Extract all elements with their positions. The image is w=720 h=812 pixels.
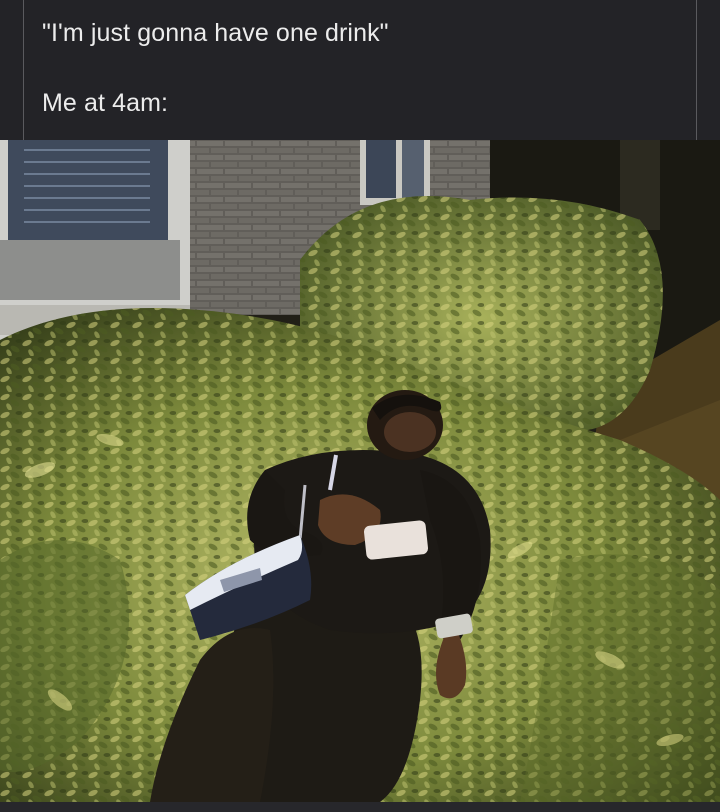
caption-area: "I'm just gonna have one drink" Me at 4a… xyxy=(0,0,720,140)
caption-punchline: Me at 4am: xyxy=(42,89,169,117)
meme-photo xyxy=(0,140,720,802)
photo-illustration xyxy=(0,140,720,802)
caption-quote: "I'm just gonna have one drink" xyxy=(42,19,389,47)
phone-icon xyxy=(363,520,429,560)
caption-border-left xyxy=(23,0,24,140)
meme-post: "I'm just gonna have one drink" Me at 4a… xyxy=(0,0,720,812)
bottom-bar xyxy=(0,802,720,812)
caption-border-right xyxy=(696,0,697,140)
